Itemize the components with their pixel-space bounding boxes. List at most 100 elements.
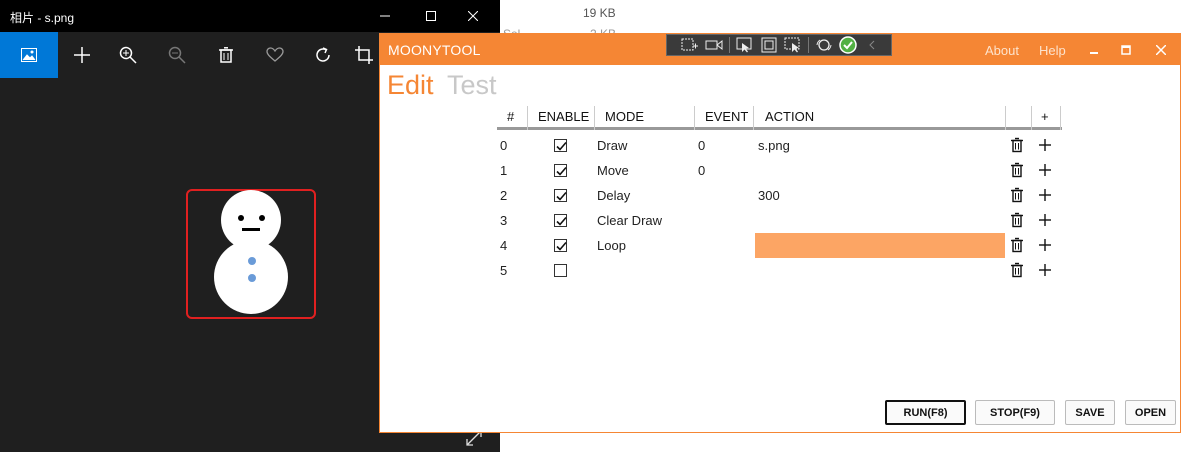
- image-icon: [21, 48, 37, 62]
- table-row: 0 Draw 0 s.png: [497, 133, 1062, 158]
- moonytool-minimize-button[interactable]: [1079, 34, 1109, 65]
- row-mode[interactable]: Clear Draw: [597, 208, 662, 233]
- minimize-button[interactable]: [362, 0, 408, 32]
- moonytool-window: MOONYTOOL About Help Edit Test # ENABLE …: [379, 33, 1181, 433]
- plus-icon: [74, 47, 90, 63]
- plus-icon[interactable]: [1037, 187, 1053, 203]
- row-mode[interactable]: Delay: [597, 183, 630, 208]
- action-cell-highlight[interactable]: [755, 233, 1005, 258]
- trash-icon[interactable]: [1009, 137, 1025, 153]
- confirm-tool[interactable]: [837, 36, 859, 54]
- add-screen-icon: [681, 38, 698, 51]
- table-row: 5: [497, 258, 1062, 283]
- row-number: 1: [500, 163, 508, 178]
- open-button[interactable]: OPEN: [1125, 400, 1176, 425]
- row-mode[interactable]: Move: [597, 158, 629, 183]
- select-region-tool[interactable]: [758, 36, 780, 54]
- help-link[interactable]: Help: [1039, 43, 1066, 58]
- table-row: 1 Move 0: [497, 158, 1062, 183]
- action-table: # ENABLE MODE EVENT ACTION + 0 Draw 0 s.png…: [497, 106, 1062, 283]
- row-mode[interactable]: Loop: [597, 233, 626, 258]
- enable-checkbox[interactable]: [554, 164, 567, 177]
- add-button[interactable]: [58, 32, 106, 78]
- row-action[interactable]: s.png: [758, 133, 790, 158]
- row-number: 3: [500, 213, 508, 228]
- row-mode[interactable]: Draw: [597, 133, 627, 158]
- add-screen-tool[interactable]: [679, 36, 701, 54]
- photos-title: 相片 - s.png: [10, 11, 75, 25]
- header-num: #: [507, 109, 515, 124]
- trash-icon[interactable]: [1009, 262, 1025, 278]
- select-window-tool[interactable]: [734, 36, 756, 54]
- crop-icon: [355, 46, 373, 64]
- trash-icon[interactable]: [1009, 237, 1025, 253]
- sync-tool[interactable]: [813, 36, 835, 54]
- chevron-left-icon: [869, 40, 875, 50]
- table-row: 2 Delay 300: [497, 183, 1062, 208]
- snowman-image: [214, 190, 288, 314]
- favorite-button[interactable]: [251, 32, 299, 78]
- row-event[interactable]: 0: [698, 158, 705, 183]
- maximize-button[interactable]: [408, 0, 454, 32]
- rotate-button[interactable]: [300, 32, 348, 78]
- stop-button[interactable]: STOP(F9): [975, 400, 1055, 425]
- row-number: 4: [500, 238, 508, 253]
- row-event[interactable]: 0: [698, 133, 705, 158]
- enable-checkbox[interactable]: [554, 214, 567, 227]
- photos-titlebar: 相片 - s.png: [0, 0, 500, 32]
- header-event: EVENT: [705, 109, 749, 124]
- close-icon: [1156, 44, 1166, 55]
- about-link[interactable]: About: [985, 43, 1019, 58]
- cursor-area-icon: [784, 37, 800, 53]
- crop-button[interactable]: [349, 32, 379, 78]
- row-number: 5: [500, 263, 508, 278]
- cursor-window-icon: [736, 37, 752, 53]
- enable-checkbox[interactable]: [554, 189, 567, 202]
- close-button[interactable]: [450, 0, 496, 32]
- moonytool-maximize-button[interactable]: [1111, 34, 1141, 65]
- header-enable: ENABLE: [538, 109, 590, 124]
- collapse-toolbar-button[interactable]: [861, 36, 883, 54]
- trash-icon: [219, 47, 233, 63]
- tab-edit[interactable]: Edit: [387, 70, 434, 101]
- heart-icon: [266, 47, 284, 62]
- sync-icon: [816, 39, 832, 51]
- minimize-icon: [1090, 51, 1098, 54]
- capture-toolbar: [666, 34, 892, 56]
- header-mode: MODE: [605, 109, 644, 124]
- plus-icon[interactable]: [1037, 237, 1053, 253]
- enable-checkbox[interactable]: [554, 139, 567, 152]
- maximize-icon: [1121, 44, 1131, 55]
- add-row-header-button[interactable]: +: [1041, 106, 1049, 130]
- zoom-in-button[interactable]: [104, 32, 152, 78]
- delete-button[interactable]: [202, 32, 250, 78]
- video-camera-icon: [705, 39, 723, 51]
- zoom-in-icon: [119, 46, 137, 64]
- moonytool-titlebar: MOONYTOOL About Help: [380, 34, 1180, 65]
- file-size-text: 19 KB: [583, 6, 616, 20]
- plus-icon[interactable]: [1037, 212, 1053, 228]
- row-number: 0: [500, 138, 508, 153]
- record-tool[interactable]: [703, 36, 725, 54]
- trash-icon[interactable]: [1009, 162, 1025, 178]
- plus-icon[interactable]: [1037, 137, 1053, 153]
- trash-icon[interactable]: [1009, 212, 1025, 228]
- tab-test[interactable]: Test: [447, 70, 497, 101]
- plus-icon[interactable]: [1037, 162, 1053, 178]
- run-button[interactable]: RUN(F8): [885, 400, 966, 425]
- table-row: 3 Clear Draw: [497, 208, 1062, 233]
- table-row: 4 Loop: [497, 233, 1062, 258]
- table-body: 0 Draw 0 s.png 1 Move 0 2 Delay 300 3 Clear Draw 4 Lo…: [497, 130, 1062, 283]
- select-area-tool[interactable]: [782, 36, 804, 54]
- trash-icon[interactable]: [1009, 187, 1025, 203]
- row-action[interactable]: 300: [758, 183, 780, 208]
- moonytool-close-button[interactable]: [1146, 34, 1176, 65]
- save-button[interactable]: SAVE: [1065, 400, 1115, 425]
- plus-icon[interactable]: [1037, 262, 1053, 278]
- region-icon: [761, 37, 777, 53]
- image-button[interactable]: [0, 32, 58, 78]
- enable-checkbox[interactable]: [554, 264, 567, 277]
- header-action: ACTION: [765, 109, 815, 124]
- zoom-out-button[interactable]: [153, 32, 201, 78]
- enable-checkbox[interactable]: [554, 239, 567, 252]
